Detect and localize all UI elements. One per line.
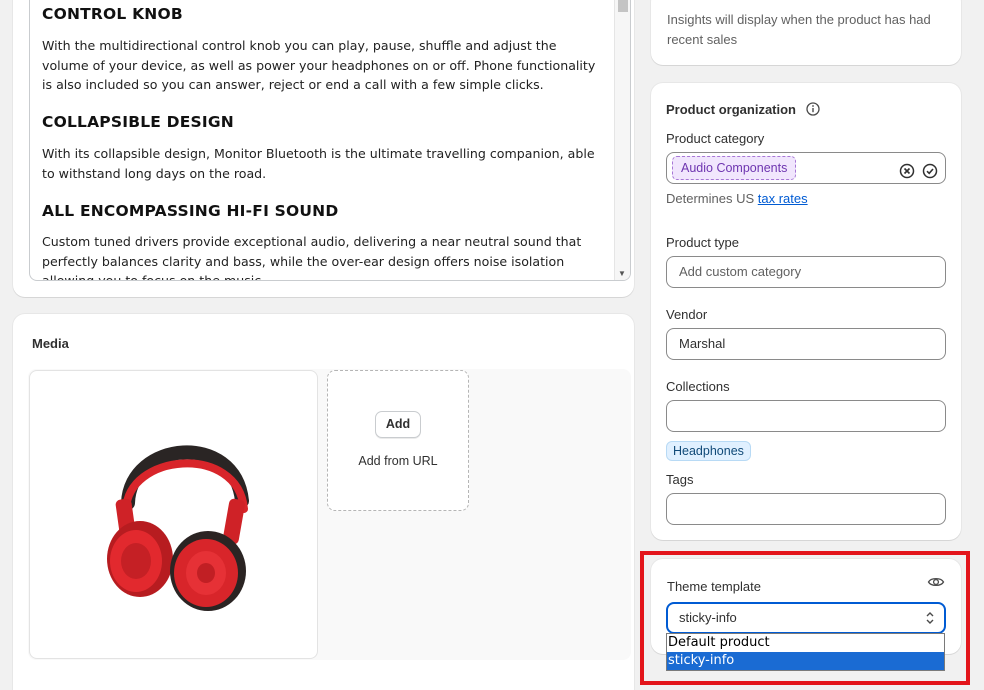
theme-template-dropdown[interactable]: Default product sticky-info <box>666 633 945 671</box>
collections-label: Collections <box>666 379 730 394</box>
clear-category-icon[interactable] <box>899 160 915 190</box>
option-sticky-info[interactable]: sticky-info <box>667 652 944 670</box>
product-type-label: Product type <box>666 235 739 250</box>
tags-input[interactable] <box>666 493 946 525</box>
theme-template-select[interactable]: sticky-info <box>666 602 946 634</box>
selected-template: sticky-info <box>679 610 737 625</box>
tags-label: Tags <box>666 472 694 487</box>
section-body: Custom tuned drivers provide exceptional… <box>42 234 582 281</box>
section-body: With its collapsible design, Monitor Blu… <box>42 146 595 181</box>
description-scrollbar[interactable]: ▼ <box>614 0 630 280</box>
category-chip: Audio Components <box>672 156 797 180</box>
media-title: Media <box>32 336 69 351</box>
info-icon[interactable] <box>806 102 820 121</box>
tax-prefix: Determines US <box>666 191 755 206</box>
product-type-input[interactable]: Add custom category <box>666 256 946 288</box>
description-editor[interactable]: CONTROL KNOB With the multidirectional c… <box>29 0 631 281</box>
media-dropzone[interactable]: Add Add from URL <box>327 370 469 511</box>
section-body: With the multidirectional control knob y… <box>42 38 596 93</box>
media-card: Media Add Add from URL <box>13 314 634 690</box>
section-heading: ALL ENCOMPASSING HI-FI SOUND <box>42 202 339 220</box>
product-category-label: Product category <box>666 131 765 146</box>
eye-icon[interactable] <box>927 575 945 594</box>
collections-input[interactable] <box>666 400 946 432</box>
description-card: CONTROL KNOB With the multidirectional c… <box>13 0 634 297</box>
vendor-label: Vendor <box>666 307 708 322</box>
add-from-url-link[interactable]: Add from URL <box>328 454 468 468</box>
confirm-category-icon[interactable] <box>922 160 938 190</box>
scroll-down-arrow-icon[interactable]: ▼ <box>618 269 626 278</box>
insights-text: Insights will display when the product h… <box>667 12 931 47</box>
headphones-image[interactable] <box>29 370 318 659</box>
tax-rates-note: Determines US tax rates <box>666 191 808 206</box>
product-organization-card: Product organization Product category Au… <box>651 83 961 540</box>
media-grid: Add Add from URL <box>28 369 631 660</box>
section-heading: COLLAPSIBLE DESIGN <box>42 113 234 131</box>
headphones-illustration <box>107 445 249 611</box>
product-organization-title: Product organization <box>666 102 796 117</box>
section-heading: CONTROL KNOB <box>42 5 183 23</box>
vendor-input[interactable]: Marshal <box>666 328 946 360</box>
scrollbar-thumb[interactable] <box>618 0 628 12</box>
option-default-product[interactable]: Default product <box>667 634 944 652</box>
insights-card: Insights will display when the product h… <box>651 0 961 65</box>
add-media-button[interactable]: Add <box>375 411 421 438</box>
product-category-field[interactable]: Audio Components <box>666 152 946 184</box>
collection-tag-headphones[interactable]: Headphones <box>666 441 751 461</box>
tax-rates-link[interactable]: tax rates <box>758 191 808 206</box>
theme-template-label: Theme template <box>667 579 761 594</box>
